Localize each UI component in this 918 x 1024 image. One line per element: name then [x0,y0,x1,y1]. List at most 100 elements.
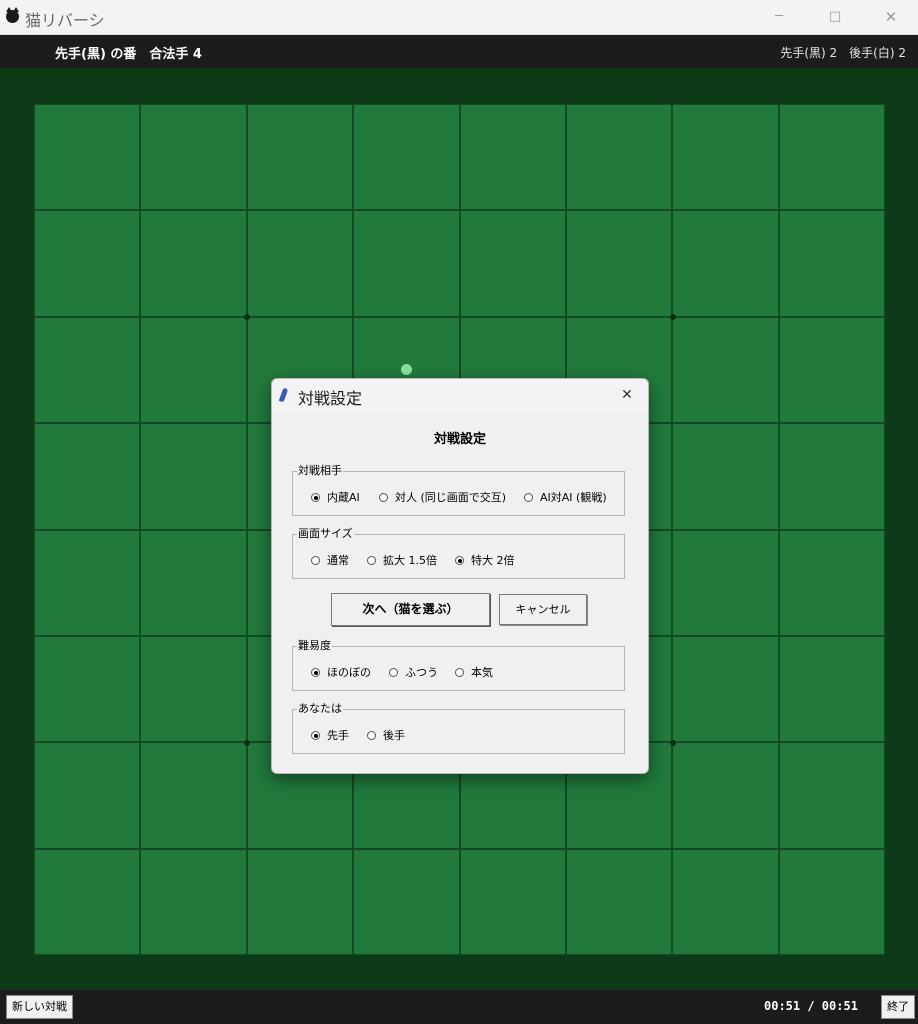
radio-label: AI対AI (観戦) [540,491,607,504]
board-cell[interactable] [778,742,885,849]
radio-indicator[interactable] [455,668,464,677]
radio-selected-indicator[interactable] [311,731,320,740]
board-cell[interactable] [34,316,141,424]
board-cell[interactable] [353,104,460,211]
board-cell[interactable] [459,210,566,317]
board-star-point [244,314,250,320]
board-cell[interactable] [140,316,247,424]
radio-difficulty-normal[interactable]: ふつう [389,666,438,679]
cancel-button[interactable]: キャンセル [499,594,587,625]
radio-label: 拡大 1.5倍 [383,554,437,567]
board-cell[interactable] [778,316,885,424]
radio-size-1-5x[interactable]: 拡大 1.5倍 [367,554,437,567]
board-cell[interactable] [353,210,460,317]
radio-difficulty-serious[interactable]: 本気 [455,666,493,679]
board-cell[interactable] [246,848,354,955]
board-cell[interactable] [246,104,354,211]
opponent-group-label: 対戦相手 [297,464,343,478]
board-cell[interactable] [140,742,247,849]
radio-side-second[interactable]: 後手 [367,729,405,742]
turn-status: 先手(黒) の番 合法手 4 [55,47,202,62]
opponent-group: 対戦相手 内蔵AI 対人 (同じ画面で交互) AI対AI (観戦) [292,464,625,516]
window-title: 猫リバーシ [25,11,105,30]
new-game-button[interactable]: 新しい対戦 [6,995,73,1019]
status-bar: 先手(黒) の番 合法手 4 先手(黒) 2 後手(白) 2 [0,35,918,68]
radio-label: ふつう [405,666,438,679]
board-cell[interactable] [140,210,247,317]
minimize-button[interactable]: ─ [756,0,802,34]
board-cell[interactable] [565,848,673,955]
screen-size-group-label: 画面サイズ [297,527,354,541]
board-cell[interactable] [672,635,779,743]
legal-move-hint[interactable] [401,364,412,375]
board-star-point [670,314,676,320]
board-cell[interactable] [565,104,673,211]
radio-indicator[interactable] [389,668,398,677]
radio-label: 内蔵AI [327,491,360,504]
feather-icon [278,387,289,403]
radio-indicator[interactable] [311,556,320,565]
radio-opponent-ai-vs-ai[interactable]: AI対AI (観戦) [524,491,607,504]
board-cell[interactable] [34,635,141,743]
radio-indicator[interactable] [367,556,376,565]
board-cell[interactable] [34,848,141,955]
board-cell[interactable] [34,742,141,849]
board-cell[interactable] [672,742,779,849]
window-titlebar: 猫リバーシ ─ □ ✕ [0,0,918,35]
board-cell[interactable] [672,210,779,317]
board-cell[interactable] [459,848,566,955]
board-cell[interactable] [778,635,885,743]
board-cell[interactable] [459,104,566,211]
radio-selected-indicator[interactable] [311,493,320,502]
radio-label: 通常 [327,554,349,567]
close-window-button[interactable]: ✕ [868,0,914,34]
radio-size-normal[interactable]: 通常 [311,554,349,567]
bottom-bar: 新しい対戦 00:51 / 00:51 終了 [0,990,918,1024]
radio-difficulty-easy[interactable]: ほのぼの [311,666,371,679]
board-cell[interactable] [565,210,673,317]
board-cell[interactable] [34,423,141,530]
board-star-point [670,740,676,746]
radio-side-first[interactable]: 先手 [311,729,349,742]
timer-display: 00:51 / 00:51 [764,999,858,1013]
board-cell[interactable] [778,104,885,211]
board-cell[interactable] [778,848,885,955]
board-cell[interactable] [778,423,885,530]
radio-opponent-human[interactable]: 対人 (同じ画面で交互) [379,491,506,504]
next-choose-cat-button[interactable]: 次へ（猫を選ぶ） [331,593,490,626]
board-cell[interactable] [672,848,779,955]
board-cell[interactable] [140,104,247,211]
board-cell[interactable] [34,529,141,636]
difficulty-group: 難易度 ほのぼの ふつう 本気 [292,639,625,691]
quit-button[interactable]: 終了 [881,995,915,1019]
board-cell[interactable] [140,848,247,955]
screen-size-group: 画面サイズ 通常 拡大 1.5倍 特大 2倍 [292,527,625,579]
board-cell[interactable] [140,423,247,530]
board-cell[interactable] [672,423,779,530]
board-cell[interactable] [672,529,779,636]
radio-indicator[interactable] [524,493,533,502]
board-cell[interactable] [140,529,247,636]
radio-label: 後手 [383,729,405,742]
dialog-close-button[interactable]: ✕ [614,383,640,407]
board-cell[interactable] [34,104,141,211]
board-cell[interactable] [778,210,885,317]
dialog-titlebar: 対戦設定 ✕ [272,379,648,412]
board-cell[interactable] [672,104,779,211]
player-side-group-label: あなたは [297,702,343,716]
radio-selected-indicator[interactable] [311,668,320,677]
radio-selected-indicator[interactable] [455,556,464,565]
board-cell[interactable] [246,210,354,317]
board-cell[interactable] [778,529,885,636]
radio-opponent-builtin-ai[interactable]: 内蔵AI [311,491,360,504]
radio-label: 対人 (同じ画面で交互) [395,491,507,504]
board-cell[interactable] [34,210,141,317]
board-cell[interactable] [140,635,247,743]
radio-indicator[interactable] [379,493,388,502]
board-cell[interactable] [353,848,460,955]
radio-label: 本気 [471,666,493,679]
maximize-button[interactable]: □ [812,0,858,34]
radio-indicator[interactable] [367,731,376,740]
board-cell[interactable] [672,316,779,424]
radio-size-2x[interactable]: 特大 2倍 [455,554,515,567]
